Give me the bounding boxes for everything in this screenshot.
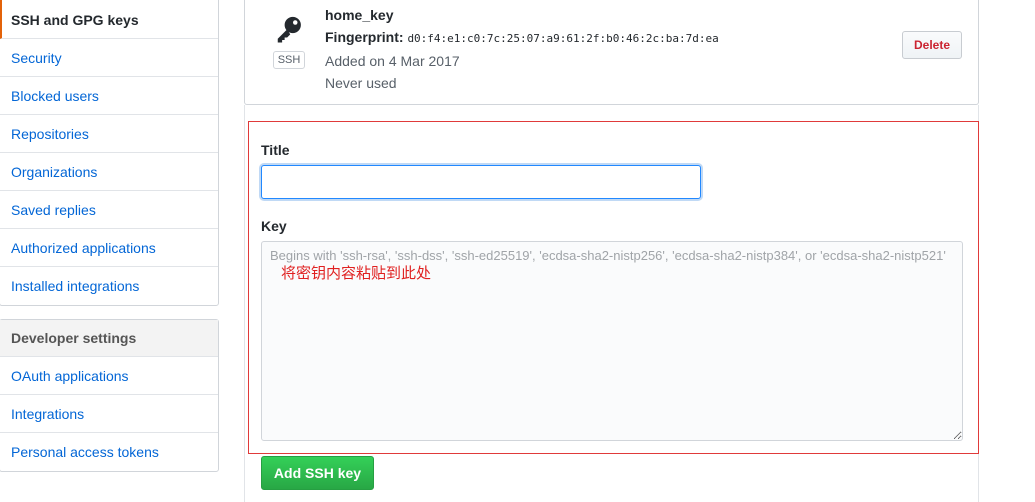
key-added-date: Added on 4 Mar 2017 [325,53,460,69]
sidebar-item-oauth-applications[interactable]: OAuth applications [0,357,218,395]
sidebar-item-ssh-gpg-keys[interactable]: SSH and GPG keys [0,0,218,39]
sidebar-item-integrations[interactable]: Integrations [0,395,218,433]
sidebar-item-saved-replies[interactable]: Saved replies [0,191,218,229]
developer-settings-menu: Developer settings OAuth applications In… [0,319,219,472]
key-textarea[interactable] [261,241,963,441]
developer-settings-heading: Developer settings [0,320,218,357]
title-input[interactable] [261,165,701,199]
sidebar-item-blocked-users[interactable]: Blocked users [0,77,218,115]
ssh-type-label: SSH [272,51,306,69]
key-title: home_key [325,7,394,23]
key-type-indicator: SSH [270,15,308,69]
delete-key-button[interactable]: Delete [902,31,962,59]
sidebar-item-security[interactable]: Security [0,39,218,77]
fingerprint-value: d0:f4:e1:c0:7c:25:07:a9:61:2f:b0:46:2c:b… [407,32,719,45]
key-last-used: Never used [325,75,397,91]
key-fingerprint: Fingerprint: d0:f4:e1:c0:7c:25:07:a9:61:… [325,26,719,50]
add-ssh-key-button[interactable]: Add SSH key [261,456,374,490]
sidebar-item-repositories[interactable]: Repositories [0,115,218,153]
new-ssh-key-form: Title Key 将密钥内容粘贴到此处 [248,121,979,454]
sidebar-item-authorized-applications[interactable]: Authorized applications [0,229,218,267]
key-icon [270,15,308,45]
sidebar-item-organizations[interactable]: Organizations [0,153,218,191]
ssh-key-list-item: SSH home_key Fingerprint: d0:f4:e1:c0:7c… [244,0,979,105]
sidebar-item-personal-access-tokens[interactable]: Personal access tokens [0,433,218,471]
fingerprint-label: Fingerprint: [325,29,404,45]
sidebar-item-installed-integrations[interactable]: Installed integrations [0,267,218,305]
title-label: Title [261,142,290,158]
account-settings-menu: SSH and GPG keys Security Blocked users … [0,0,219,306]
key-label: Key [261,218,287,234]
key-details: home_key Fingerprint: d0:f4:e1:c0:7c:25:… [325,4,719,94]
